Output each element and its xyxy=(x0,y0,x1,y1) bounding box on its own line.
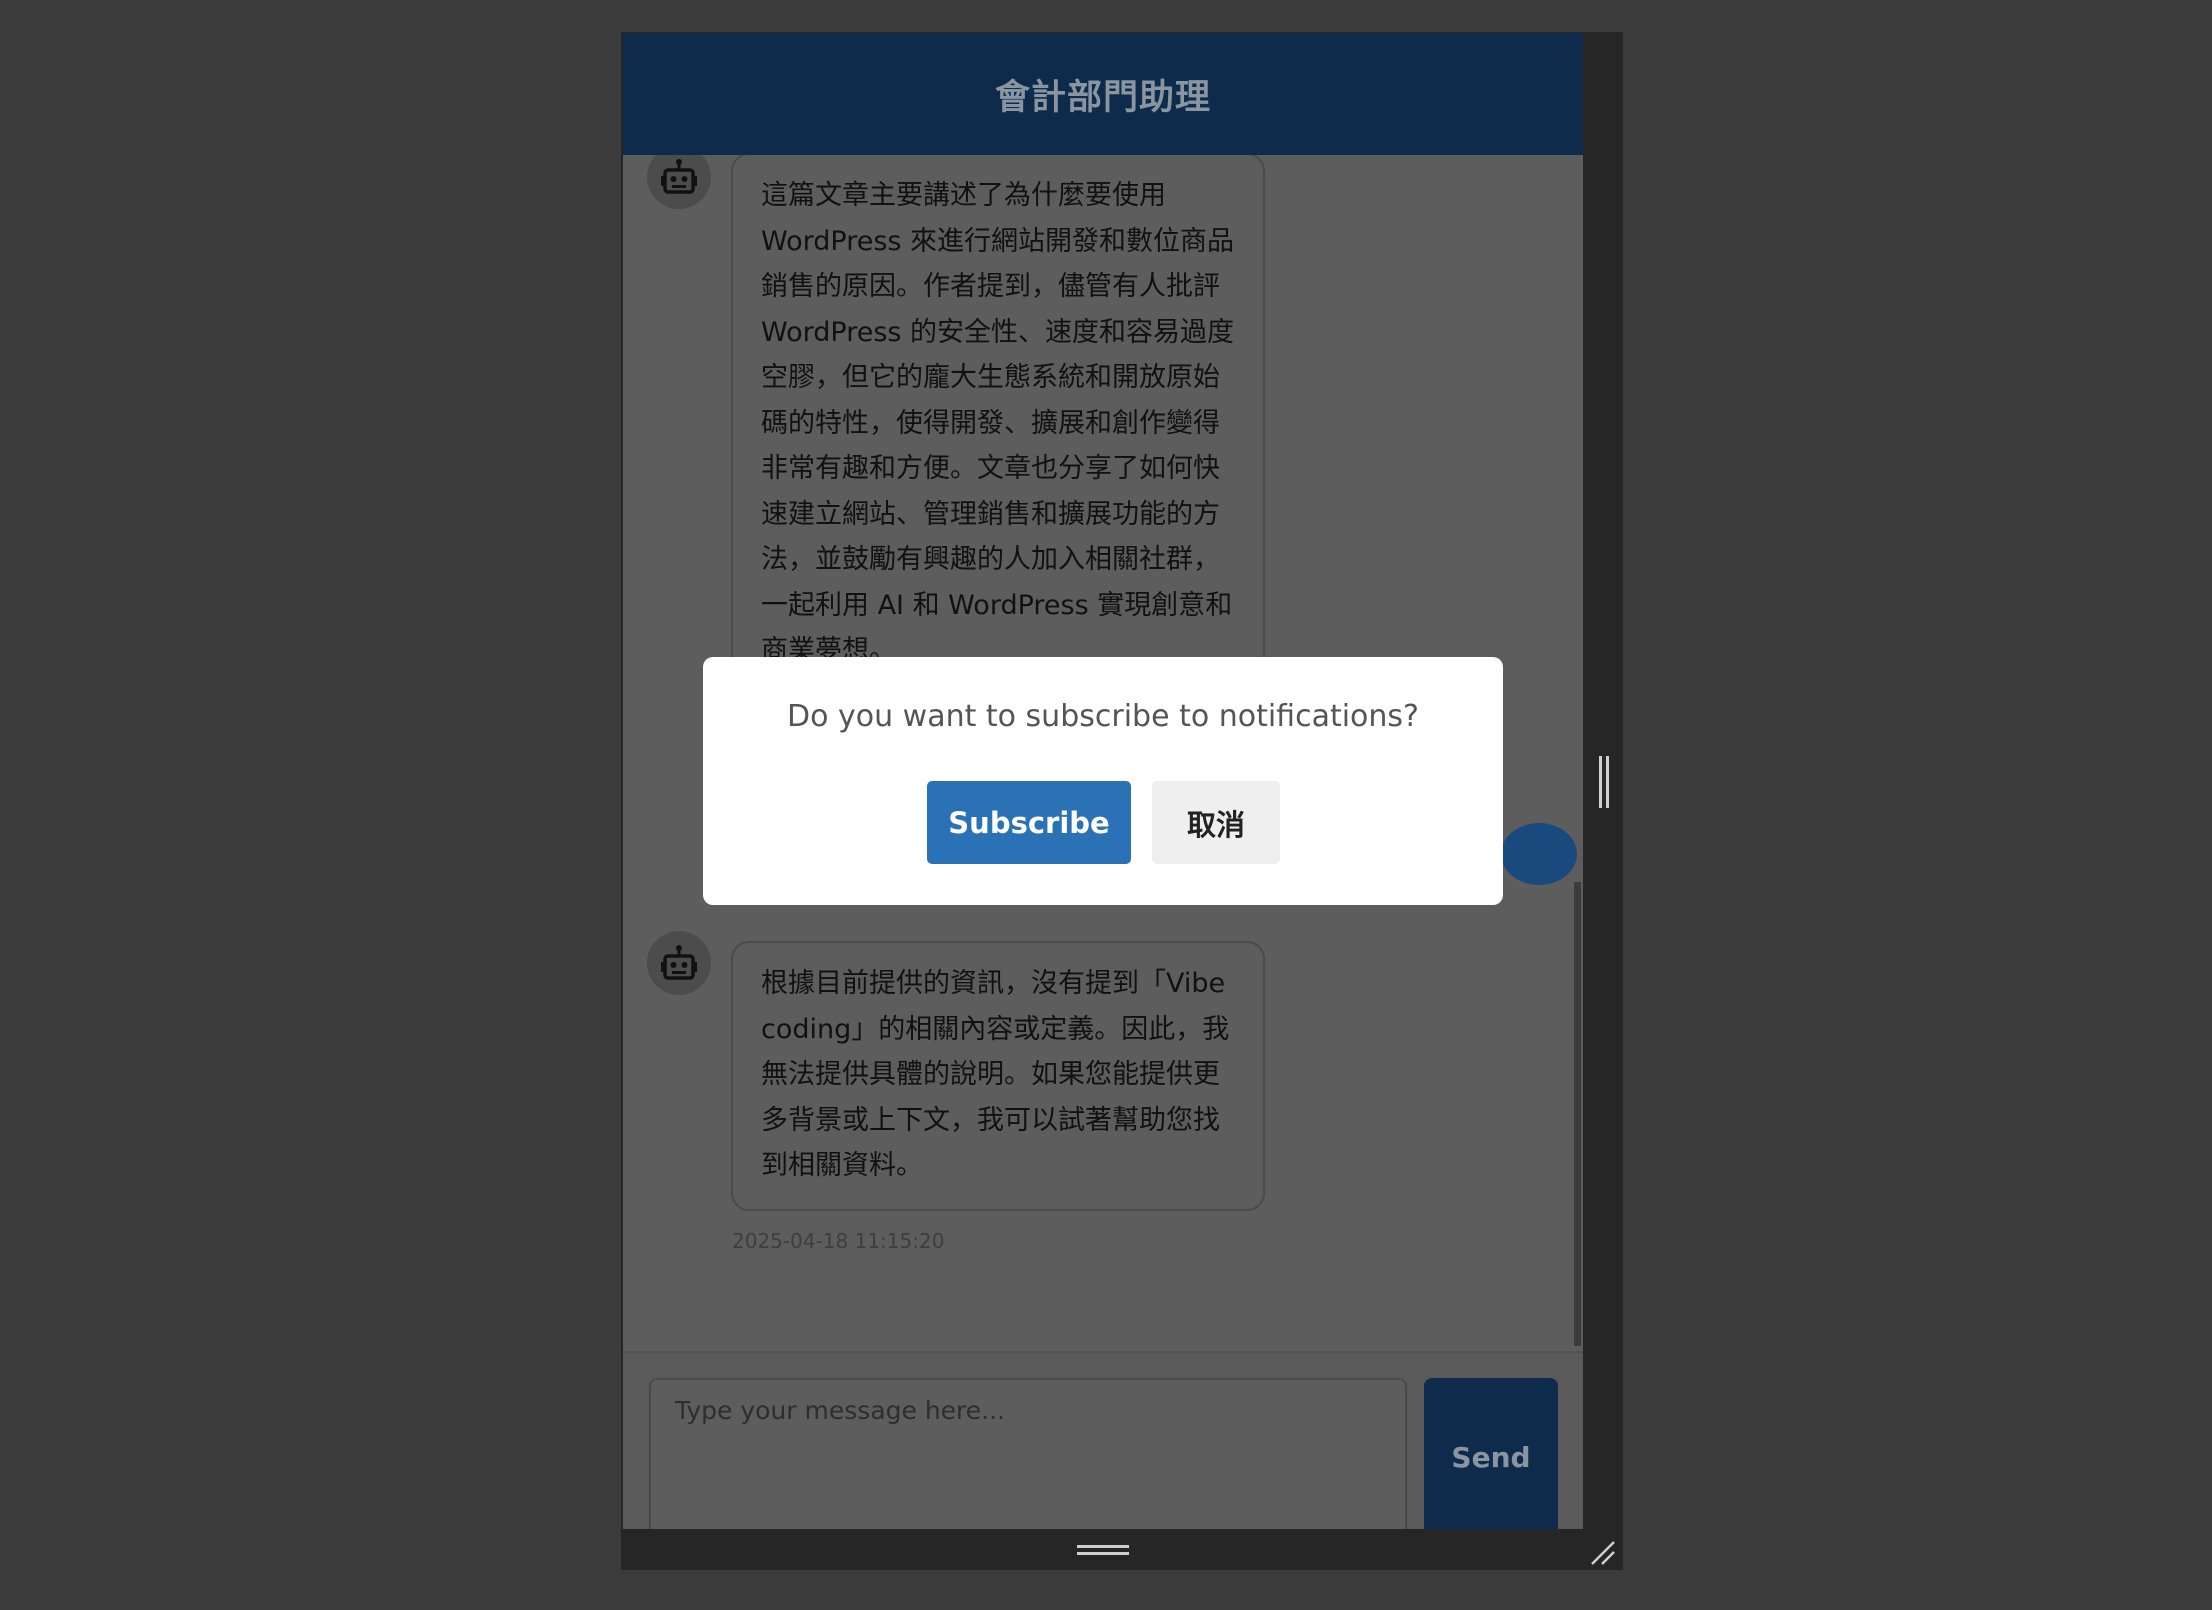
bot-avatar xyxy=(647,931,711,995)
robot-icon xyxy=(661,159,697,194)
chat-title: 會計部門助理 xyxy=(994,77,1211,118)
bot-message-bubble: 根據目前提供的資訊，沒有提到「Vibe coding」的相關內容或定義。因此，我… xyxy=(731,941,1265,1211)
dialog-message: Do you want to subscribe to notification… xyxy=(787,699,1419,734)
subscribe-button[interactable]: Subscribe xyxy=(927,781,1131,864)
scrollbar-thumb[interactable] xyxy=(1574,882,1581,1346)
message-input[interactable] xyxy=(649,1378,1407,1529)
resize-corner-icon[interactable] xyxy=(1590,1540,1616,1566)
user-avatar xyxy=(1501,823,1577,885)
message-timestamp: 2025-04-18 11:15:20 xyxy=(732,1229,945,1253)
robot-icon xyxy=(661,945,697,980)
message-text: 根據目前提供的資訊，沒有提到「Vibe coding」的相關內容或定義。因此，我… xyxy=(761,968,1230,1181)
cancel-button[interactable]: 取消 xyxy=(1152,781,1280,864)
horizontal-resize-handle-icon[interactable] xyxy=(1077,1544,1129,1556)
bot-avatar xyxy=(647,155,711,209)
message-text: 這篇文章主要講述了為什麼要使用 WordPress 來進行網站開發和數位商品銷售… xyxy=(761,180,1235,666)
input-area: Send xyxy=(623,1351,1583,1529)
vertical-resize-handle-icon[interactable] xyxy=(1598,756,1610,808)
bot-message-bubble: 這篇文章主要講述了為什麼要使用 WordPress 來進行網站開發和數位商品銷售… xyxy=(731,155,1265,673)
chat-header: 會計部門助理 xyxy=(623,33,1583,155)
scrollbar[interactable] xyxy=(1572,155,1583,1351)
send-button[interactable]: Send xyxy=(1424,1378,1558,1529)
subscribe-dialog: Do you want to subscribe to notification… xyxy=(703,657,1503,905)
